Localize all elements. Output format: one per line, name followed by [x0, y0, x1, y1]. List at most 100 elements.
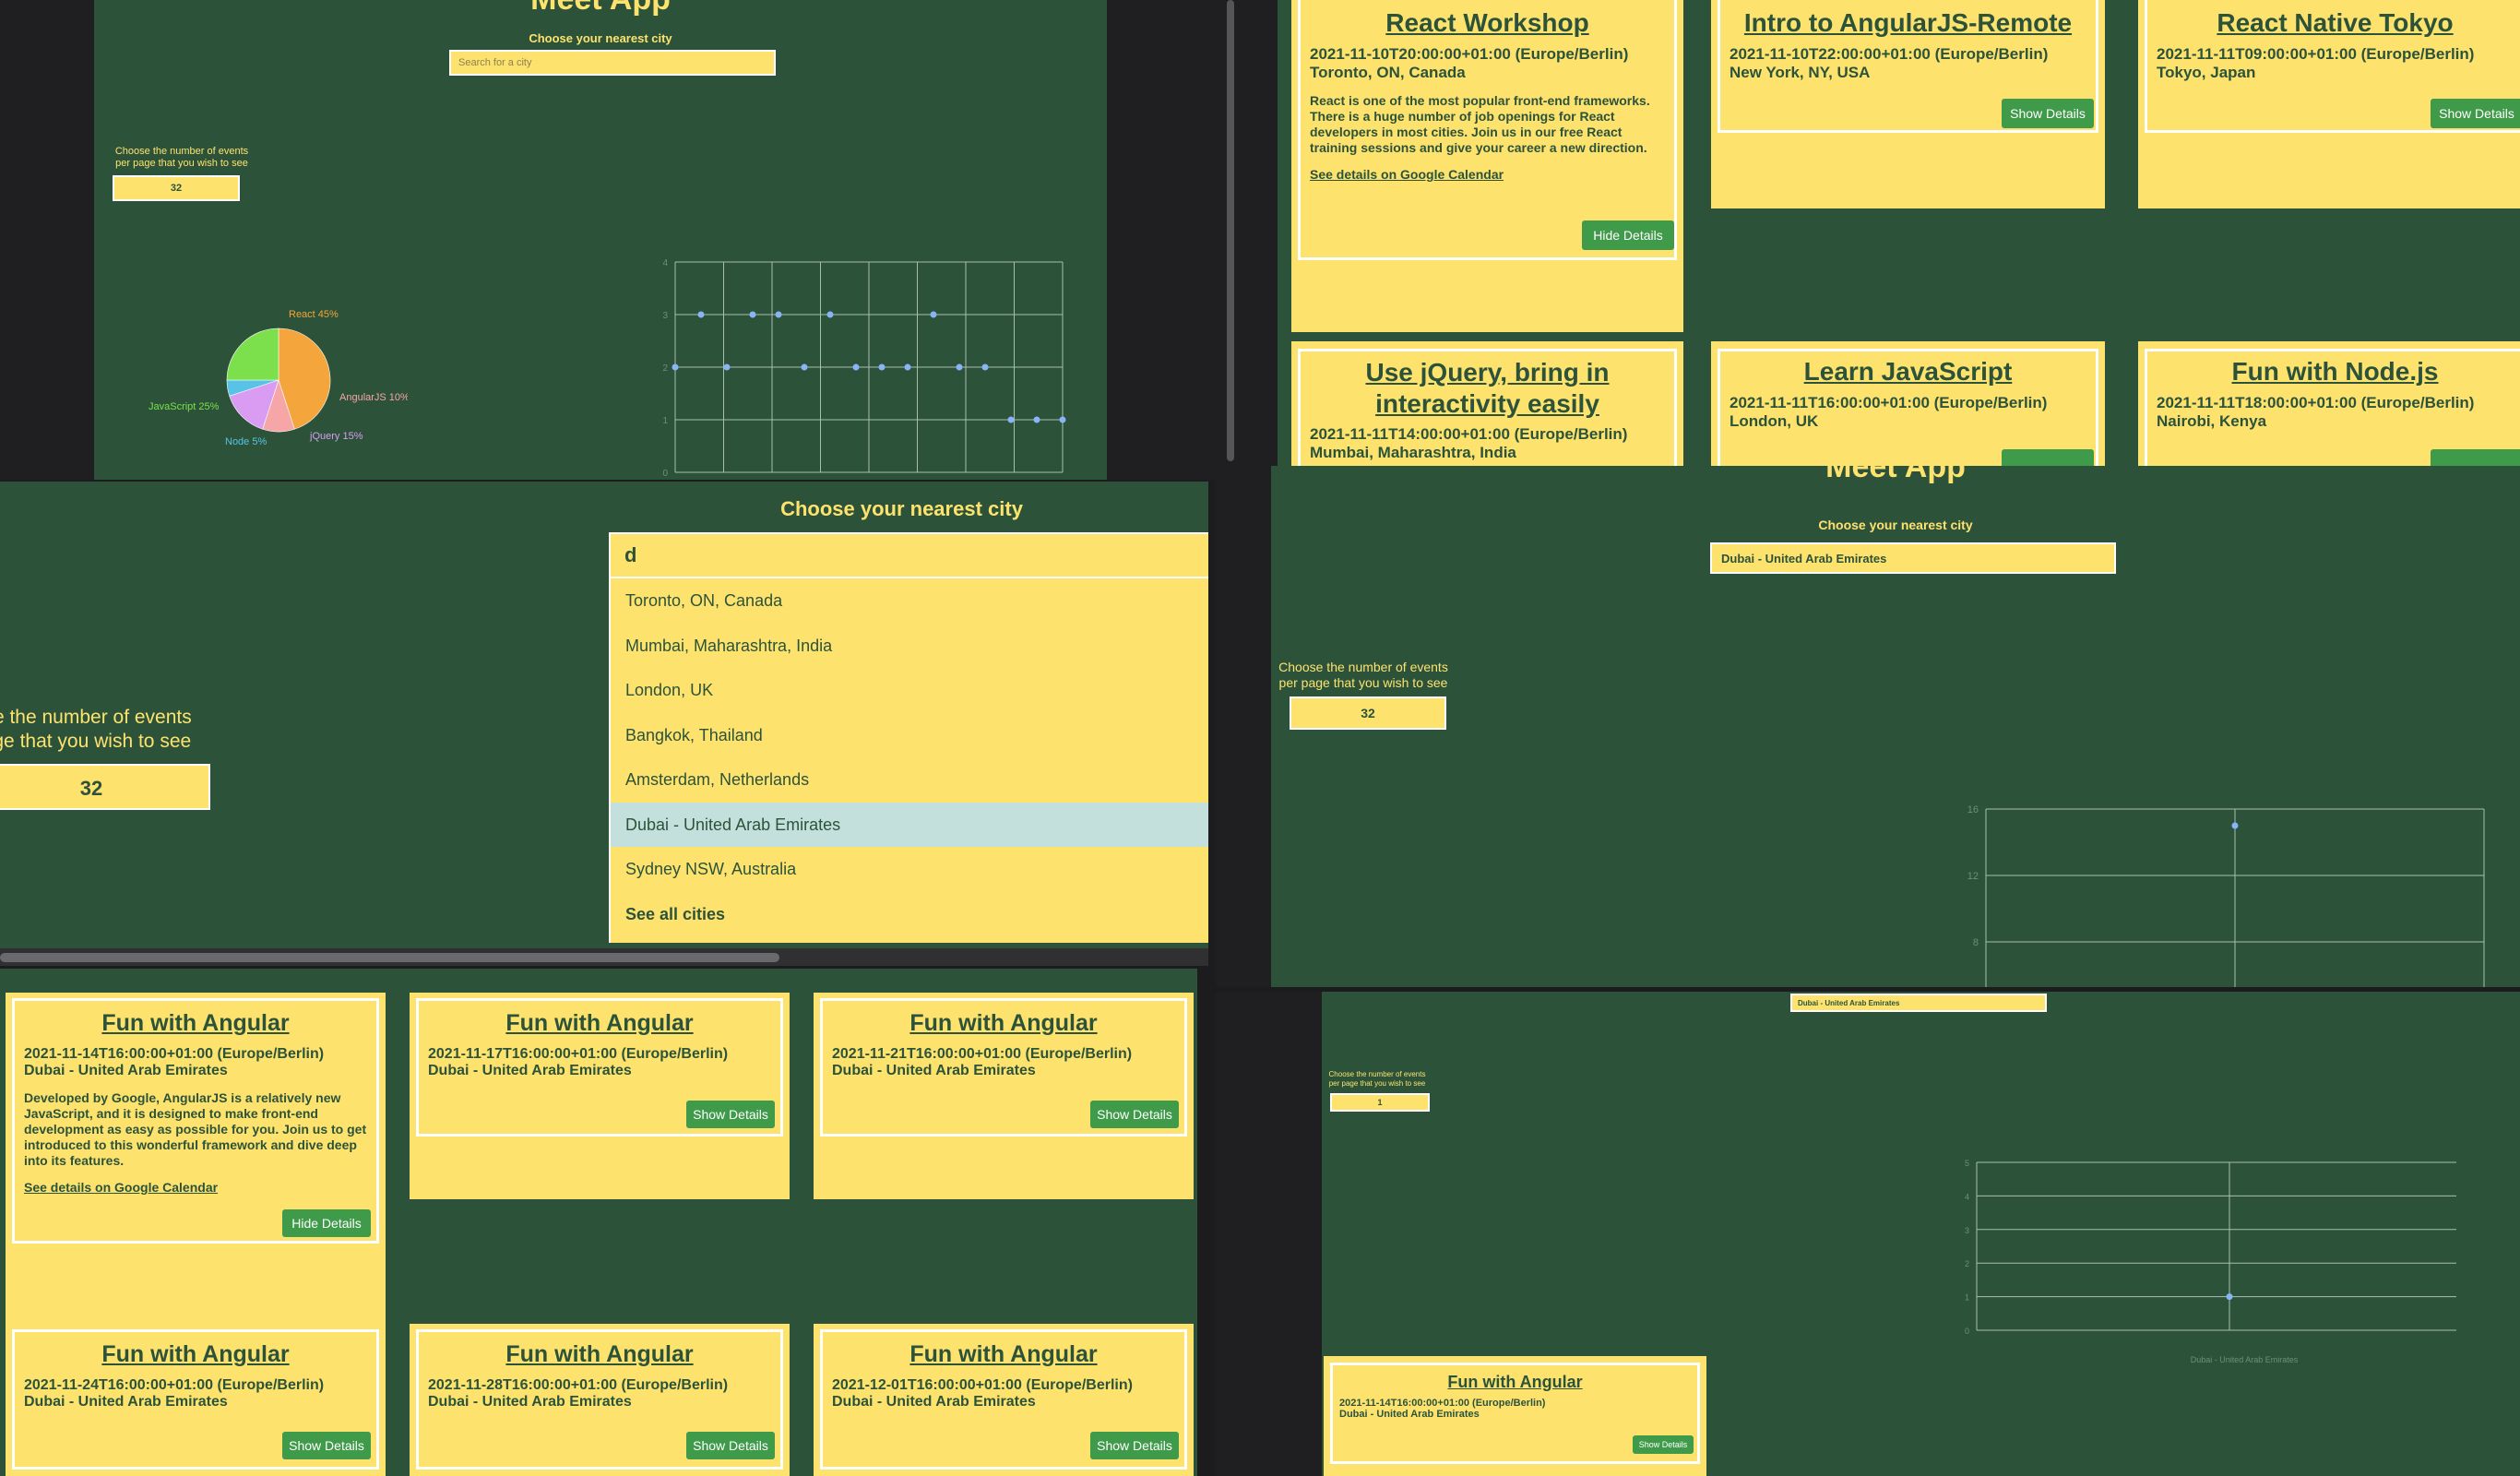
show-details-button[interactable]: Show Details	[282, 1432, 371, 1459]
number-prompt: Choose the number of events per page tha…	[1322, 1070, 1432, 1089]
show-details-button[interactable]	[2002, 449, 2094, 466]
number-of-events-input[interactable]: 32	[0, 764, 210, 810]
hide-details-button[interactable]: Hide Details	[1582, 220, 1674, 250]
number-of-events-input[interactable]: 32	[113, 175, 240, 201]
app-title: Meet App	[94, 0, 1107, 18]
window-scrollbar[interactable]	[1227, 0, 1234, 461]
show-details-button[interactable]: Show Details	[2431, 99, 2520, 128]
city-search-input[interactable]: Dubai - United Arab Emirates	[1710, 542, 2116, 574]
event-location: Dubai - United Arab Emirates	[832, 1063, 1036, 1078]
event-title[interactable]: Use jQuery, bring in interactivity easil…	[1301, 357, 1674, 420]
event-title[interactable]: Fun with Angular	[419, 1010, 780, 1037]
event-title[interactable]: Fun with Node.js	[2147, 357, 2520, 387]
event-title[interactable]: Intro to AngularJS-Remote	[1720, 8, 2096, 38]
number-of-events-input[interactable]: 1	[1330, 1093, 1430, 1112]
event-description: Developed by Google, AngularJS is a rela…	[24, 1090, 367, 1168]
data-point	[878, 363, 886, 371]
city-search-input[interactable]: Search for a city	[449, 50, 776, 76]
event-date: 2021-11-24T16:00:00+01:00 (Europe/Berlin…	[24, 1377, 325, 1393]
city-prompt: Choose your nearest city	[529, 31, 672, 45]
city-suggestion-item[interactable]: Amsterdam, Netherlands	[611, 757, 1208, 803]
event-date: 2021-11-14T16:00:00+01:00 (Europe/Berlin…	[1339, 1398, 1546, 1409]
event-card: Use jQuery, bring in interactivity easil…	[1291, 341, 1683, 466]
show-details-button[interactable]	[2431, 449, 2520, 466]
scatter-chart: 8 12 16	[1967, 804, 2485, 987]
event-title[interactable]: React Native Tokyo	[2147, 8, 2520, 38]
event-title-line1: Use jQuery, bring in	[1365, 358, 1610, 387]
show-details-button[interactable]: Show Details	[1090, 1101, 1179, 1128]
event-location: Dubai - United Arab Emirates	[24, 1063, 228, 1078]
event-title[interactable]: Fun with Angular	[15, 1341, 376, 1368]
city-suggestion-item[interactable]: Dubai - United Arab Emirates	[611, 802, 1208, 847]
event-title[interactable]: Fun with Angular	[419, 1341, 780, 1368]
city-search-input[interactable]: Dubai - United Arab Emirates	[1790, 994, 2047, 1012]
show-details-button[interactable]: Show Details	[2002, 99, 2094, 128]
data-point	[1007, 416, 1015, 423]
bottom-right-app: Dubai - United Arab Emirates Choose the …	[1322, 992, 2520, 1476]
city-suggestion-item[interactable]: Sydney NSW, Australia	[611, 847, 1208, 892]
event-location: New York, NY, USA	[1730, 64, 1871, 81]
show-details-button[interactable]: Show Details	[1633, 1435, 1694, 1454]
google-calendar-link[interactable]: See details on Google Calendar	[24, 1180, 376, 1195]
event-card: React Native Tokyo 2021-11-11T09:00:00+0…	[2138, 0, 2520, 208]
data-point	[956, 363, 963, 371]
event-title[interactable]: Fun with Angular	[1333, 1373, 1697, 1392]
event-title[interactable]: Learn JavaScript	[1720, 357, 2096, 387]
data-point	[723, 363, 731, 371]
event-date: 2021-11-11T18:00:00+01:00 (Europe/Berlin…	[2157, 394, 2475, 411]
y-tick-label: 12	[1967, 871, 1979, 882]
event-date: 2021-11-28T16:00:00+01:00 (Europe/Berlin…	[428, 1377, 729, 1393]
event-card: Fun with Angular 2021-12-01T16:00:00+01:…	[814, 1324, 1194, 1476]
show-details-button[interactable]: Show Details	[686, 1432, 775, 1459]
event-location: Toronto, ON, Canada	[1310, 64, 1466, 81]
pie-label-angular: AngularJS 10%	[339, 392, 408, 403]
event-title[interactable]: Fun with Angular	[823, 1341, 1184, 1368]
y-tick-label: 2	[662, 363, 668, 374]
pie-label-node: Node 5%	[225, 436, 267, 447]
city-suggestion-item[interactable]: London, UK	[611, 668, 1208, 713]
google-calendar-link[interactable]: See details on Google Calendar	[1310, 167, 1674, 182]
city-suggestion-item[interactable]: Toronto, ON, Canada	[611, 578, 1208, 624]
event-location: Nairobi, Kenya	[2157, 412, 2267, 430]
event-date: 2021-11-11T16:00:00+01:00 (Europe/Berlin…	[1730, 394, 2048, 411]
event-location: Dubai - United Arab Emirates	[428, 1063, 632, 1078]
y-tick-label: 4	[662, 258, 668, 268]
number-prompt-line1: Choose the number of events	[1328, 1070, 1426, 1078]
scatter-chart: 0 1 2 3 4 5 Dubai - United Arab Emirates	[1965, 1159, 2456, 1364]
event-location: London, UK	[1730, 412, 1819, 430]
event-title-line2: interactivity easily	[1375, 389, 1599, 418]
y-tick-label: 3	[1965, 1226, 1969, 1235]
event-title[interactable]: React Workshop	[1301, 8, 1674, 38]
left-frame	[1241, 0, 1278, 466]
show-details-button[interactable]: Show Details	[1090, 1432, 1179, 1459]
data-point	[852, 363, 860, 371]
event-card: Fun with Angular 2021-11-17T16:00:00+01:…	[410, 993, 790, 1199]
data-point	[826, 311, 834, 318]
number-prompt: Choose the number of events per page tha…	[1271, 660, 1456, 691]
event-title[interactable]: Fun with Angular	[823, 1010, 1184, 1037]
event-title[interactable]: Fun with Angular	[15, 1010, 376, 1037]
number-prompt-line2: per page that you wish to see	[1328, 1079, 1426, 1088]
data-point	[672, 363, 679, 371]
event-location: Dubai - United Arab Emirates	[832, 1394, 1036, 1410]
app-title: Meet App	[1825, 466, 1966, 484]
city-search-input[interactable]: d	[609, 532, 1208, 578]
y-tick-label: 3	[662, 311, 668, 321]
show-details-button[interactable]: Show Details	[686, 1101, 775, 1128]
number-prompt-line1: Choose the number of events	[114, 146, 249, 157]
scatter-chart: 0 1 2 3 4	[662, 258, 1066, 479]
number-of-events-input[interactable]: 32	[1290, 696, 1446, 730]
data-point	[1033, 416, 1040, 423]
event-card: Fun with Angular 2021-11-14T16:00:00+01:…	[6, 993, 386, 1330]
hide-details-button[interactable]: Hide Details	[282, 1209, 371, 1237]
city-suggestion-item[interactable]: Mumbai, Maharashtra, India	[611, 624, 1208, 669]
horizontal-scrollbar-thumb[interactable]	[0, 953, 779, 962]
y-tick-label: 8	[1973, 937, 1979, 948]
event-date: 2021-11-11T14:00:00+01:00 (Europe/Berlin…	[1310, 425, 1628, 443]
see-all-cities[interactable]: See all cities	[611, 892, 1208, 936]
city-suggestion-item[interactable]: Bangkok, Thailand	[611, 713, 1208, 758]
data-point	[981, 363, 989, 371]
event-date: 2021-11-11T09:00:00+01:00 (Europe/Berlin…	[2157, 45, 2475, 63]
event-location: Dubai - United Arab Emirates	[1339, 1409, 1480, 1420]
y-tick-label: 0	[1965, 1327, 1969, 1336]
